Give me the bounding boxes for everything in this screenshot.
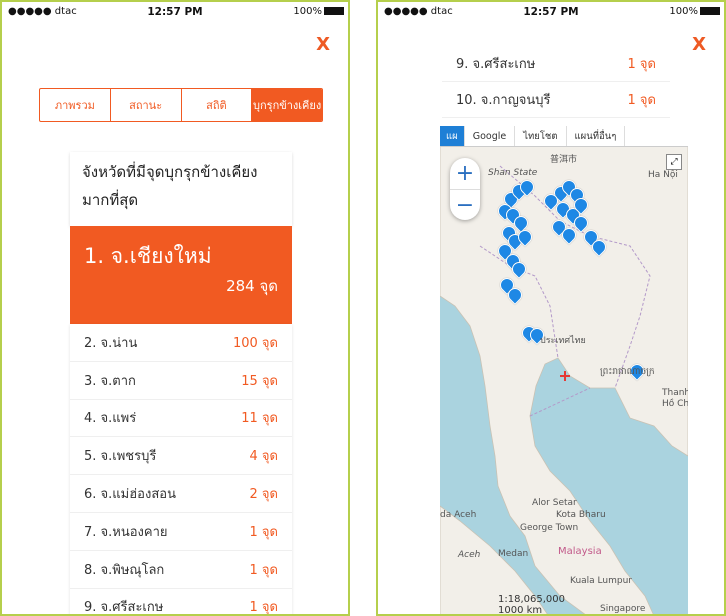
province-count: 2 จุด — [249, 487, 278, 503]
province-name: 2. จ.น่าน — [84, 335, 138, 351]
battery-percent: 100% — [293, 6, 322, 17]
province-name: 9. จ.ศรีสะเกษ — [84, 600, 164, 616]
zoom-in-button[interactable]: + — [450, 158, 480, 190]
map-label: 普洱市 — [550, 155, 578, 165]
map-label: ประเทศไทย — [540, 336, 586, 346]
map-label: Medan — [498, 549, 529, 559]
list-item[interactable]: 6. จ.แม่ฮ่องสอน 2 จุด — [70, 475, 292, 513]
map-label: Malaysia — [558, 546, 602, 557]
top-province-name: 1. จ.เชียงใหม่ — [84, 244, 212, 268]
map-label: Shan State — [488, 168, 538, 178]
list-item[interactable]: 7. จ.หนองคาย 1 จุด — [70, 513, 292, 551]
map-label: Ha Nội — [648, 170, 678, 180]
ranking-list: 2. จ.น่าน 100 จุด 3. จ.ตาก 15 จุด 4. จ.แพร… — [70, 324, 292, 616]
map-label: Thanh — [662, 388, 688, 398]
map-layer-toolbar: แผ Google ไทยโชต แผนที่อื่นๆ — [440, 126, 688, 147]
province-name: 3. จ.ตาก — [84, 373, 136, 389]
zoom-out-button[interactable]: − — [450, 190, 480, 221]
battery-percent: 100% — [669, 6, 698, 17]
battery-indicator: 100% — [669, 6, 720, 17]
phone-screen-left: ●●●●● dtac 12:57 PM 100% X ภาพรวม สถานะ … — [0, 0, 350, 616]
province-name: 9. จ.ศรีสะเกษ — [456, 57, 536, 72]
map-layer-tab-other[interactable]: แผนที่อื่นๆ — [567, 126, 626, 146]
map-label: Alor Setar — [532, 498, 577, 508]
map-label: George Town — [520, 523, 579, 533]
province-count: 4 จุด — [249, 449, 278, 465]
tab-adjacent-encroachment[interactable]: บุกรุกข้างเคียง — [252, 89, 322, 121]
status-bar: ●●●●● dtac 12:57 PM 100% — [2, 2, 348, 22]
map-label: da Aceh — [440, 510, 477, 520]
scale-ratio: 1:18,065,000 — [498, 594, 565, 605]
phone-screen-right: ●●●●● dtac 12:57 PM 100% X 9. จ.ศรีสะเกษ… — [376, 0, 726, 616]
top-province[interactable]: 1. จ.เชียงใหม่ 284 จุด — [70, 226, 292, 324]
map-layer-tab-google[interactable]: Google — [465, 126, 516, 146]
battery-indicator: 100% — [293, 6, 344, 17]
list-item[interactable]: 2. จ.น่าน 100 จุด — [70, 324, 292, 362]
province-count: 1 จุด — [249, 600, 278, 616]
province-name: 4. จ.แพร่ — [84, 411, 137, 427]
top-province-count: 284 จุด — [226, 277, 278, 295]
province-name: 10. จ.กาญจนบุรี — [456, 93, 551, 108]
province-count: 1 จุด — [249, 562, 278, 578]
close-button[interactable]: X — [316, 34, 330, 55]
tab-statistics[interactable]: สถิติ — [182, 89, 253, 121]
list-item[interactable]: 9. จ.ศรีสะเกษ 1 จุด — [70, 589, 292, 616]
province-count: 11 จุด — [241, 411, 278, 427]
status-bar: ●●●●● dtac 12:57 PM 100% — [378, 2, 724, 22]
province-count: 1 จุด — [249, 524, 278, 540]
map-label: ព្រះរាជាណាចក្រ — [600, 367, 655, 377]
province-count: 15 จุด — [241, 373, 278, 389]
tab-bar: ภาพรวม สถานะ สถิติ บุกรุกข้างเคียง — [39, 88, 323, 122]
province-count: 1 จุด — [627, 57, 656, 72]
tab-status[interactable]: สถานะ — [111, 89, 182, 121]
map-view[interactable]: แผ Google ไทยโชต แผนที่อื่นๆ ⤢ + − Shan … — [440, 126, 688, 616]
battery-icon — [700, 7, 720, 15]
tab-overview[interactable]: ภาพรวม — [40, 89, 111, 121]
map-layer-tab-default[interactable]: แผ — [440, 126, 465, 146]
zoom-control: + − — [450, 158, 480, 220]
fullscreen-icon[interactable]: ⤢ — [666, 154, 682, 170]
province-name: 7. จ.หนองคาย — [84, 524, 168, 540]
province-name: 8. จ.พิษณุโลก — [84, 562, 165, 578]
map-scale: 1:18,065,000 1000 km — [498, 594, 565, 616]
map-label: Kota Bharu — [556, 510, 606, 520]
ranking-list-scrolled: 9. จ.ศรีสะเกษ 1 จุด 10. จ.กาญจนบุรี 1 จุด — [442, 46, 670, 118]
close-button[interactable]: X — [692, 34, 706, 55]
map-layer-tab-thaichote[interactable]: ไทยโชต — [515, 126, 567, 146]
province-name: 6. จ.แม่ฮ่องสอน — [84, 487, 176, 503]
list-item[interactable]: 9. จ.ศรีสะเกษ 1 จุด — [442, 46, 670, 82]
map-label: Singapore — [600, 604, 646, 614]
map-label: Hồ Chí M — [662, 399, 688, 409]
map-label: Kuala Lumpur — [570, 576, 632, 586]
province-count: 1 จุด — [627, 93, 656, 108]
list-item[interactable]: 5. จ.เพชรบุรี 4 จุด — [70, 437, 292, 476]
list-item[interactable]: 4. จ.แพร่ 11 จุด — [70, 400, 292, 438]
province-count: 100 จุด — [232, 335, 278, 351]
list-item[interactable]: 3. จ.ตาก 15 จุด — [70, 362, 292, 400]
battery-icon — [324, 7, 344, 15]
list-item[interactable]: 8. จ.พิษณุโลก 1 จุด — [70, 551, 292, 589]
map-label: Aceh — [458, 550, 481, 560]
province-name: 5. จ.เพชรบุรี — [84, 449, 157, 465]
card-title: จังหวัดที่มีจุดบุกรุกข้างเคียง มากที่สุด — [70, 152, 292, 226]
scale-distance: 1000 km — [498, 605, 543, 616]
list-item[interactable]: 10. จ.กาญจนบุรี 1 จุด — [442, 82, 670, 118]
